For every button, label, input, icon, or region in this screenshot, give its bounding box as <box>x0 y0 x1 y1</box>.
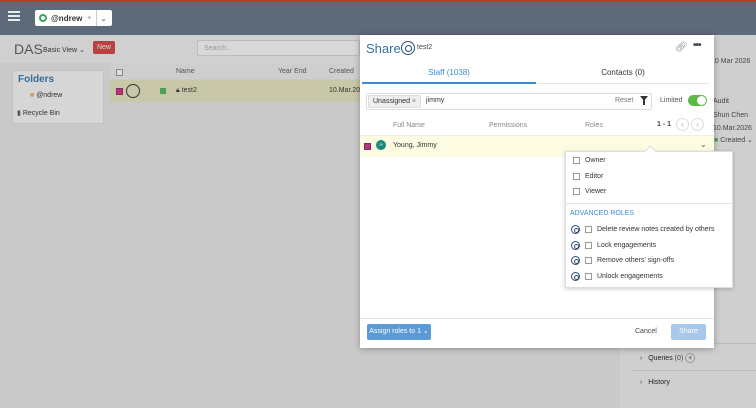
lock-icon: 🔒︎ <box>176 87 180 94</box>
tab-staff[interactable]: Staff (1038) <box>362 62 536 84</box>
chevron-down-icon[interactable]: ⌄ <box>700 140 707 149</box>
role-viewer[interactable]: Viewer <box>573 188 606 195</box>
top-bar <box>0 0 756 35</box>
folder-icon: ■ <box>30 92 35 99</box>
role-unlock-engagements[interactable]: Unlock engagements <box>571 272 663 281</box>
status-square: ■ <box>714 137 719 144</box>
engagement-logo-icon <box>571 225 580 234</box>
role-lock-engagements[interactable]: Lock engagements <box>571 241 656 250</box>
recycle-bin-item[interactable]: ▮ Recycle Bin <box>17 109 60 117</box>
folders-title: Folders <box>18 74 55 85</box>
view-selector[interactable]: Basic View ⌄ <box>43 46 85 54</box>
filter-icon[interactable] <box>640 96 648 105</box>
favorite-icon[interactable]: ✦ <box>86 14 92 22</box>
roles-popover <box>565 151 733 288</box>
status-icon <box>39 14 47 22</box>
menu-icon[interactable] <box>8 11 20 21</box>
folder-label: @ndrew <box>36 92 63 99</box>
close-icon[interactable]: × <box>412 98 416 105</box>
chevron-right-icon: › <box>640 355 643 362</box>
history-section[interactable]: › History <box>640 379 670 386</box>
user-checkbox[interactable] <box>364 143 371 150</box>
divider <box>360 318 714 319</box>
filter-text[interactable]: jimmy <box>426 97 444 104</box>
details-owner: Shun Chen <box>713 112 749 119</box>
tab-contacts[interactable]: Contacts (0) <box>537 62 709 84</box>
role-owner[interactable]: Owner <box>573 157 606 164</box>
checkbox[interactable] <box>585 226 592 233</box>
reset-button[interactable]: Reset <box>615 97 633 104</box>
col-permissions[interactable]: Permissions <box>489 122 527 129</box>
folder-item-user[interactable]: ■ @ndrew <box>30 92 62 99</box>
engagement-icon <box>126 84 140 98</box>
avatar: JY <box>376 140 386 150</box>
trash-icon: ▮ <box>17 110 21 117</box>
checkbox[interactable] <box>573 173 580 180</box>
role-remove-signoffs[interactable]: Remove others' sign-offs <box>571 256 674 265</box>
add-icon[interactable]: + <box>685 353 696 363</box>
checkbox[interactable] <box>585 242 592 249</box>
col-name[interactable]: Name <box>176 68 195 75</box>
link-icon[interactable]: 🔗︎ <box>675 42 688 53</box>
col-created[interactable]: Created <box>329 68 354 75</box>
chevron-down-icon: ⌄ <box>747 137 753 144</box>
list-header <box>110 63 365 79</box>
engagement-logo-icon <box>571 241 580 250</box>
dialog-title: Share <box>366 41 401 56</box>
checkbox[interactable] <box>585 257 592 264</box>
divider <box>566 203 732 204</box>
engagement-logo-icon <box>571 256 580 265</box>
recycle-label: Recycle Bin <box>22 110 60 117</box>
role-delete-review-notes[interactable]: Delete review notes created by others <box>571 225 715 234</box>
col-year-end[interactable]: Year End <box>278 68 307 75</box>
cancel-button[interactable]: Cancel <box>635 328 657 335</box>
col-full-name[interactable]: Full Name <box>393 122 425 129</box>
divider <box>96 10 98 26</box>
chevron-right-icon: › <box>640 379 643 386</box>
share-button[interactable]: Share <box>671 324 706 340</box>
prev-page-icon[interactable]: ‹ <box>676 118 689 131</box>
app-title: DAS <box>14 41 43 57</box>
status-icon <box>160 88 166 94</box>
filter-chip[interactable]: Unassigned × <box>368 95 422 108</box>
role-editor[interactable]: Editor <box>573 173 603 180</box>
divider <box>632 370 756 371</box>
queries-section[interactable]: › Queries (0) + <box>640 353 696 363</box>
pager: 1 - 1 <box>657 121 672 128</box>
select-all-checkbox[interactable] <box>116 69 123 76</box>
user-name: @ndrew <box>51 13 83 23</box>
limited-label: Limited <box>660 97 683 104</box>
document-name: test2 <box>417 44 433 51</box>
assign-roles-button[interactable]: Assign roles to 1 ⌄ <box>367 324 431 340</box>
search-input[interactable]: Search... <box>197 40 360 56</box>
checkbox[interactable] <box>585 273 592 280</box>
details-type: Audit <box>713 98 729 105</box>
chevron-down-icon[interactable]: ⌄ <box>100 14 107 23</box>
engagement-logo-icon <box>571 272 580 281</box>
checkbox[interactable] <box>573 188 580 195</box>
next-page-icon[interactable]: › <box>691 118 704 131</box>
row-checkbox[interactable] <box>116 88 123 95</box>
table-row[interactable] <box>110 80 365 102</box>
user-selector[interactable]: @ndrew ✦ ⌄ <box>35 10 112 26</box>
more-icon[interactable]: ••• <box>693 40 701 51</box>
details-date: 10.Mar.2026 <box>713 125 752 132</box>
limited-toggle[interactable] <box>688 95 707 106</box>
engagement-logo-icon <box>401 41 415 55</box>
advanced-roles-title: ADVANCED ROLES <box>570 210 635 217</box>
details-status[interactable]: ■ Created ⌄ <box>714 136 753 144</box>
checkbox[interactable] <box>573 157 580 164</box>
details-date-top: 10 Mar 2026 <box>711 58 751 65</box>
row-name: 🔒︎ test2 <box>176 87 197 94</box>
user-full-name: Young, Jimmy <box>393 142 437 149</box>
new-button[interactable]: New <box>93 41 115 54</box>
col-roles[interactable]: Roles <box>585 122 603 129</box>
